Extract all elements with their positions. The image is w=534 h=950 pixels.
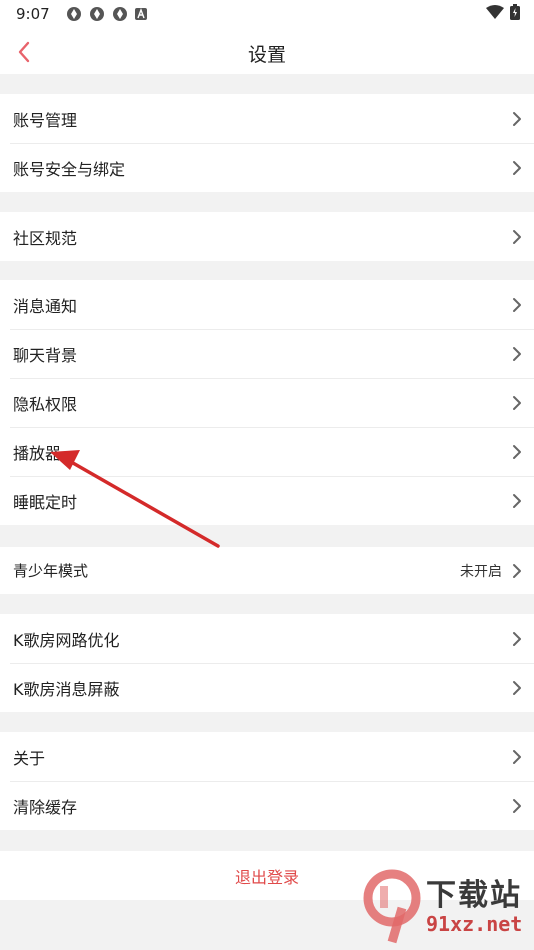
chevron-right-icon: [512, 798, 522, 814]
settings-item-account-management[interactable]: 账号管理: [0, 94, 534, 143]
chevron-right-icon: [512, 229, 522, 245]
settings-item-label: 聊天背景: [13, 345, 78, 365]
settings-item-about[interactable]: 关于: [0, 732, 534, 781]
settings-item-ktv-network[interactable]: K歌房网路优化: [0, 614, 534, 663]
settings-item-label: K歌房消息屏蔽: [13, 679, 120, 699]
teen-mode-status: 未开启: [460, 563, 502, 580]
settings-item-sleep-timer[interactable]: 睡眠定时: [0, 476, 534, 525]
chevron-right-icon: [512, 346, 522, 362]
system-icons: [486, 4, 520, 20]
site-watermark: 下载站 91xz.net: [362, 868, 530, 944]
settings-item-label: 睡眠定时: [13, 492, 78, 512]
settings-item-label: 播放器: [13, 443, 62, 463]
settings-item-label: 消息通知: [13, 296, 78, 316]
chevron-right-icon: [512, 111, 522, 127]
settings-item-account-security[interactable]: 账号安全与绑定: [0, 143, 534, 192]
settings-item-label: 账号管理: [13, 110, 78, 130]
notification-icons: [66, 6, 147, 22]
chevron-right-icon: [512, 493, 522, 509]
app-notification-icon: [112, 7, 127, 21]
wifi-icon: [486, 5, 504, 19]
settings-item-teen-mode[interactable]: 青少年模式 未开启: [0, 547, 534, 594]
status-time: 9:07: [16, 5, 50, 23]
watermark-logo-icon: [363, 869, 421, 944]
app-notification-icon: [89, 7, 104, 21]
battery-icon: [510, 4, 520, 20]
settings-group-about: 关于 清除缓存: [0, 732, 534, 830]
settings-item-label: 清除缓存: [13, 797, 78, 817]
settings-item-label: 账号安全与绑定: [13, 159, 126, 179]
settings-item-label: 关于: [13, 748, 46, 768]
settings-group-teen: 青少年模式 未开启: [0, 547, 534, 594]
app-notification-icon: [66, 7, 81, 21]
settings-group-general: 消息通知 聊天背景 隐私权限 播放器 睡眠定时: [0, 280, 534, 525]
settings-group-account: 账号管理 账号安全与绑定: [0, 94, 534, 192]
chevron-right-icon: [512, 749, 522, 765]
settings-group-community: 社区规范: [0, 212, 534, 261]
page-title: 设置: [247, 44, 286, 66]
chevron-right-icon: [512, 395, 522, 411]
settings-group-ktv: K歌房网路优化 K歌房消息屏蔽: [0, 614, 534, 712]
chevron-right-icon: [512, 680, 522, 696]
chevron-right-icon: [512, 160, 522, 176]
chevron-right-icon: [512, 631, 522, 647]
watermark-brand: 下载站: [426, 878, 522, 913]
settings-item-label: 青少年模式: [13, 562, 89, 580]
settings-item-player[interactable]: 播放器: [0, 427, 534, 476]
status-bar: 9:07: [0, 0, 534, 28]
settings-item-notifications[interactable]: 消息通知: [0, 280, 534, 329]
logout-label: 退出登录: [234, 867, 299, 887]
settings-item-label: 社区规范: [13, 228, 78, 248]
watermark-site: 91xz.net: [426, 912, 523, 936]
settings-item-label: 隐私权限: [13, 394, 78, 414]
settings-item-privacy[interactable]: 隐私权限: [0, 378, 534, 427]
settings-item-label: K歌房网路优化: [13, 630, 120, 650]
a-notification-icon: [134, 8, 147, 20]
settings-item-chat-background[interactable]: 聊天背景: [0, 329, 534, 378]
chevron-right-icon: [512, 444, 522, 460]
settings-item-community-rules[interactable]: 社区规范: [0, 212, 534, 261]
chevron-right-icon: [512, 563, 522, 579]
top-nav-bar: 设置: [0, 28, 534, 74]
chevron-right-icon: [512, 297, 522, 313]
settings-item-clear-cache[interactable]: 清除缓存: [0, 781, 534, 830]
settings-item-ktv-block-messages[interactable]: K歌房消息屏蔽: [0, 663, 534, 712]
